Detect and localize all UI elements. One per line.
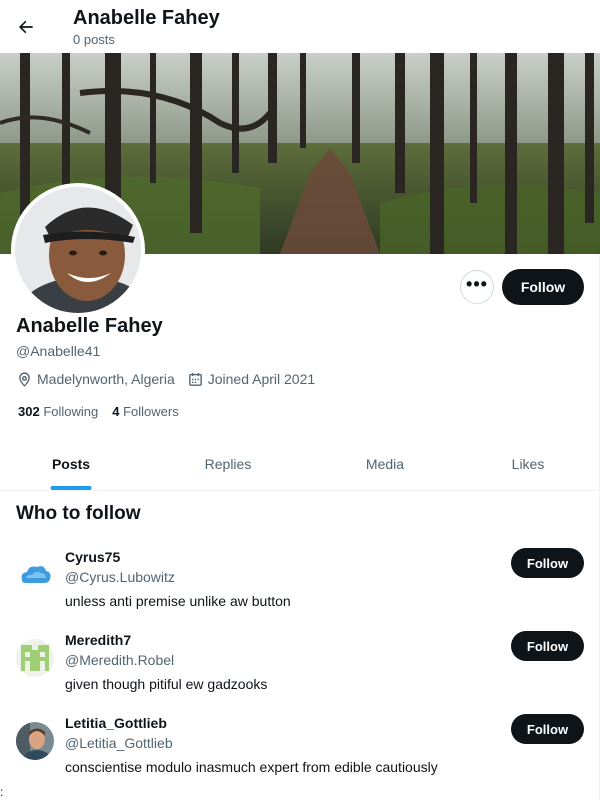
following-link[interactable]: 302 Following xyxy=(18,404,98,420)
who-to-follow-title: Who to follow xyxy=(16,503,141,524)
more-options-button[interactable]: ••• xyxy=(460,270,494,304)
tab-likes[interactable]: Likes xyxy=(456,438,600,490)
suggestion-name[interactable]: Cyrus75 xyxy=(65,548,120,566)
suggestion-avatar[interactable] xyxy=(16,556,54,594)
suggestion-item[interactable]: Meredith7 @Meredith.Robel given though p… xyxy=(0,631,600,711)
suggestion-handle: @Meredith.Robel xyxy=(65,652,175,668)
footer-mark: : xyxy=(0,785,4,799)
post-count: 0 posts xyxy=(73,32,115,47)
avatar-photo xyxy=(15,187,141,313)
profile-tabs: Posts Replies Media Likes xyxy=(0,438,600,491)
followers-label: Followers xyxy=(123,404,179,419)
top-bar: Anabelle Fahey 0 posts xyxy=(0,0,600,53)
suggestion-bio: unless anti premise unlike aw button xyxy=(65,593,291,609)
tab-replies-label: Replies xyxy=(204,456,252,472)
suggestion-follow-button[interactable]: Follow xyxy=(511,548,584,578)
suggestion-handle: @Cyrus.Lubowitz xyxy=(65,569,175,585)
profile-page: Anabelle Fahey 0 posts ••• Follow Anabel… xyxy=(0,0,600,800)
cloud-avatar-icon xyxy=(16,556,54,594)
suggestion-name[interactable]: Meredith7 xyxy=(65,631,131,649)
suggestion-name[interactable]: Letitia_Gottlieb xyxy=(65,714,167,732)
follow-stats: 302 Following 4 Followers xyxy=(18,404,193,420)
suggestion-avatar[interactable] xyxy=(16,722,54,760)
suggestion-bio: conscientise modulo inasmuch expert from… xyxy=(65,759,438,775)
suggestion-item[interactable]: Letitia_Gottlieb @Letitia_Gottlieb consc… xyxy=(0,714,600,794)
tab-replies[interactable]: Replies xyxy=(142,438,314,490)
joined-date: Joined April 2021 xyxy=(187,370,315,388)
tab-media[interactable]: Media xyxy=(314,438,456,490)
display-name: Anabelle Fahey xyxy=(16,315,163,337)
tab-media-label: Media xyxy=(365,456,405,472)
suggestion-avatar[interactable] xyxy=(16,639,54,677)
profile-avatar[interactable] xyxy=(11,183,145,317)
person-photo-avatar xyxy=(16,722,54,760)
back-button[interactable] xyxy=(8,9,44,45)
location: Madelynworth, Algeria xyxy=(16,370,175,388)
joined-text: Joined April 2021 xyxy=(207,371,316,387)
follow-button[interactable]: Follow xyxy=(502,269,584,305)
calendar-icon xyxy=(188,372,202,386)
followers-link[interactable]: 4 Followers xyxy=(112,404,178,420)
arrow-left-icon xyxy=(19,20,33,34)
location-text: Madelynworth, Algeria xyxy=(37,371,175,387)
identicon-avatar-icon xyxy=(16,639,54,677)
profile-meta: Madelynworth, Algeria Joined April 2021 xyxy=(16,370,327,388)
tab-likes-label: Likes xyxy=(511,456,545,472)
suggestion-bio: given though pitiful ew gadzooks xyxy=(65,676,268,692)
following-count: 302 xyxy=(18,404,40,419)
suggestion-follow-button[interactable]: Follow xyxy=(511,631,584,661)
header-title: Anabelle Fahey xyxy=(73,7,220,29)
suggestion-handle: @Letitia_Gottlieb xyxy=(65,735,173,751)
active-tab-indicator xyxy=(50,486,92,490)
following-label: Following xyxy=(43,404,99,419)
more-icon: ••• xyxy=(466,274,488,294)
profile-handle: @Anabelle41 xyxy=(16,343,101,359)
suggestion-follow-button[interactable]: Follow xyxy=(511,714,584,744)
tab-posts-label: Posts xyxy=(51,456,91,472)
location-pin-icon xyxy=(19,371,30,387)
suggestion-item[interactable]: Cyrus75 @Cyrus.Lubowitz unless anti prem… xyxy=(0,548,600,628)
followers-count: 4 xyxy=(112,404,120,419)
tab-posts[interactable]: Posts xyxy=(0,438,142,490)
